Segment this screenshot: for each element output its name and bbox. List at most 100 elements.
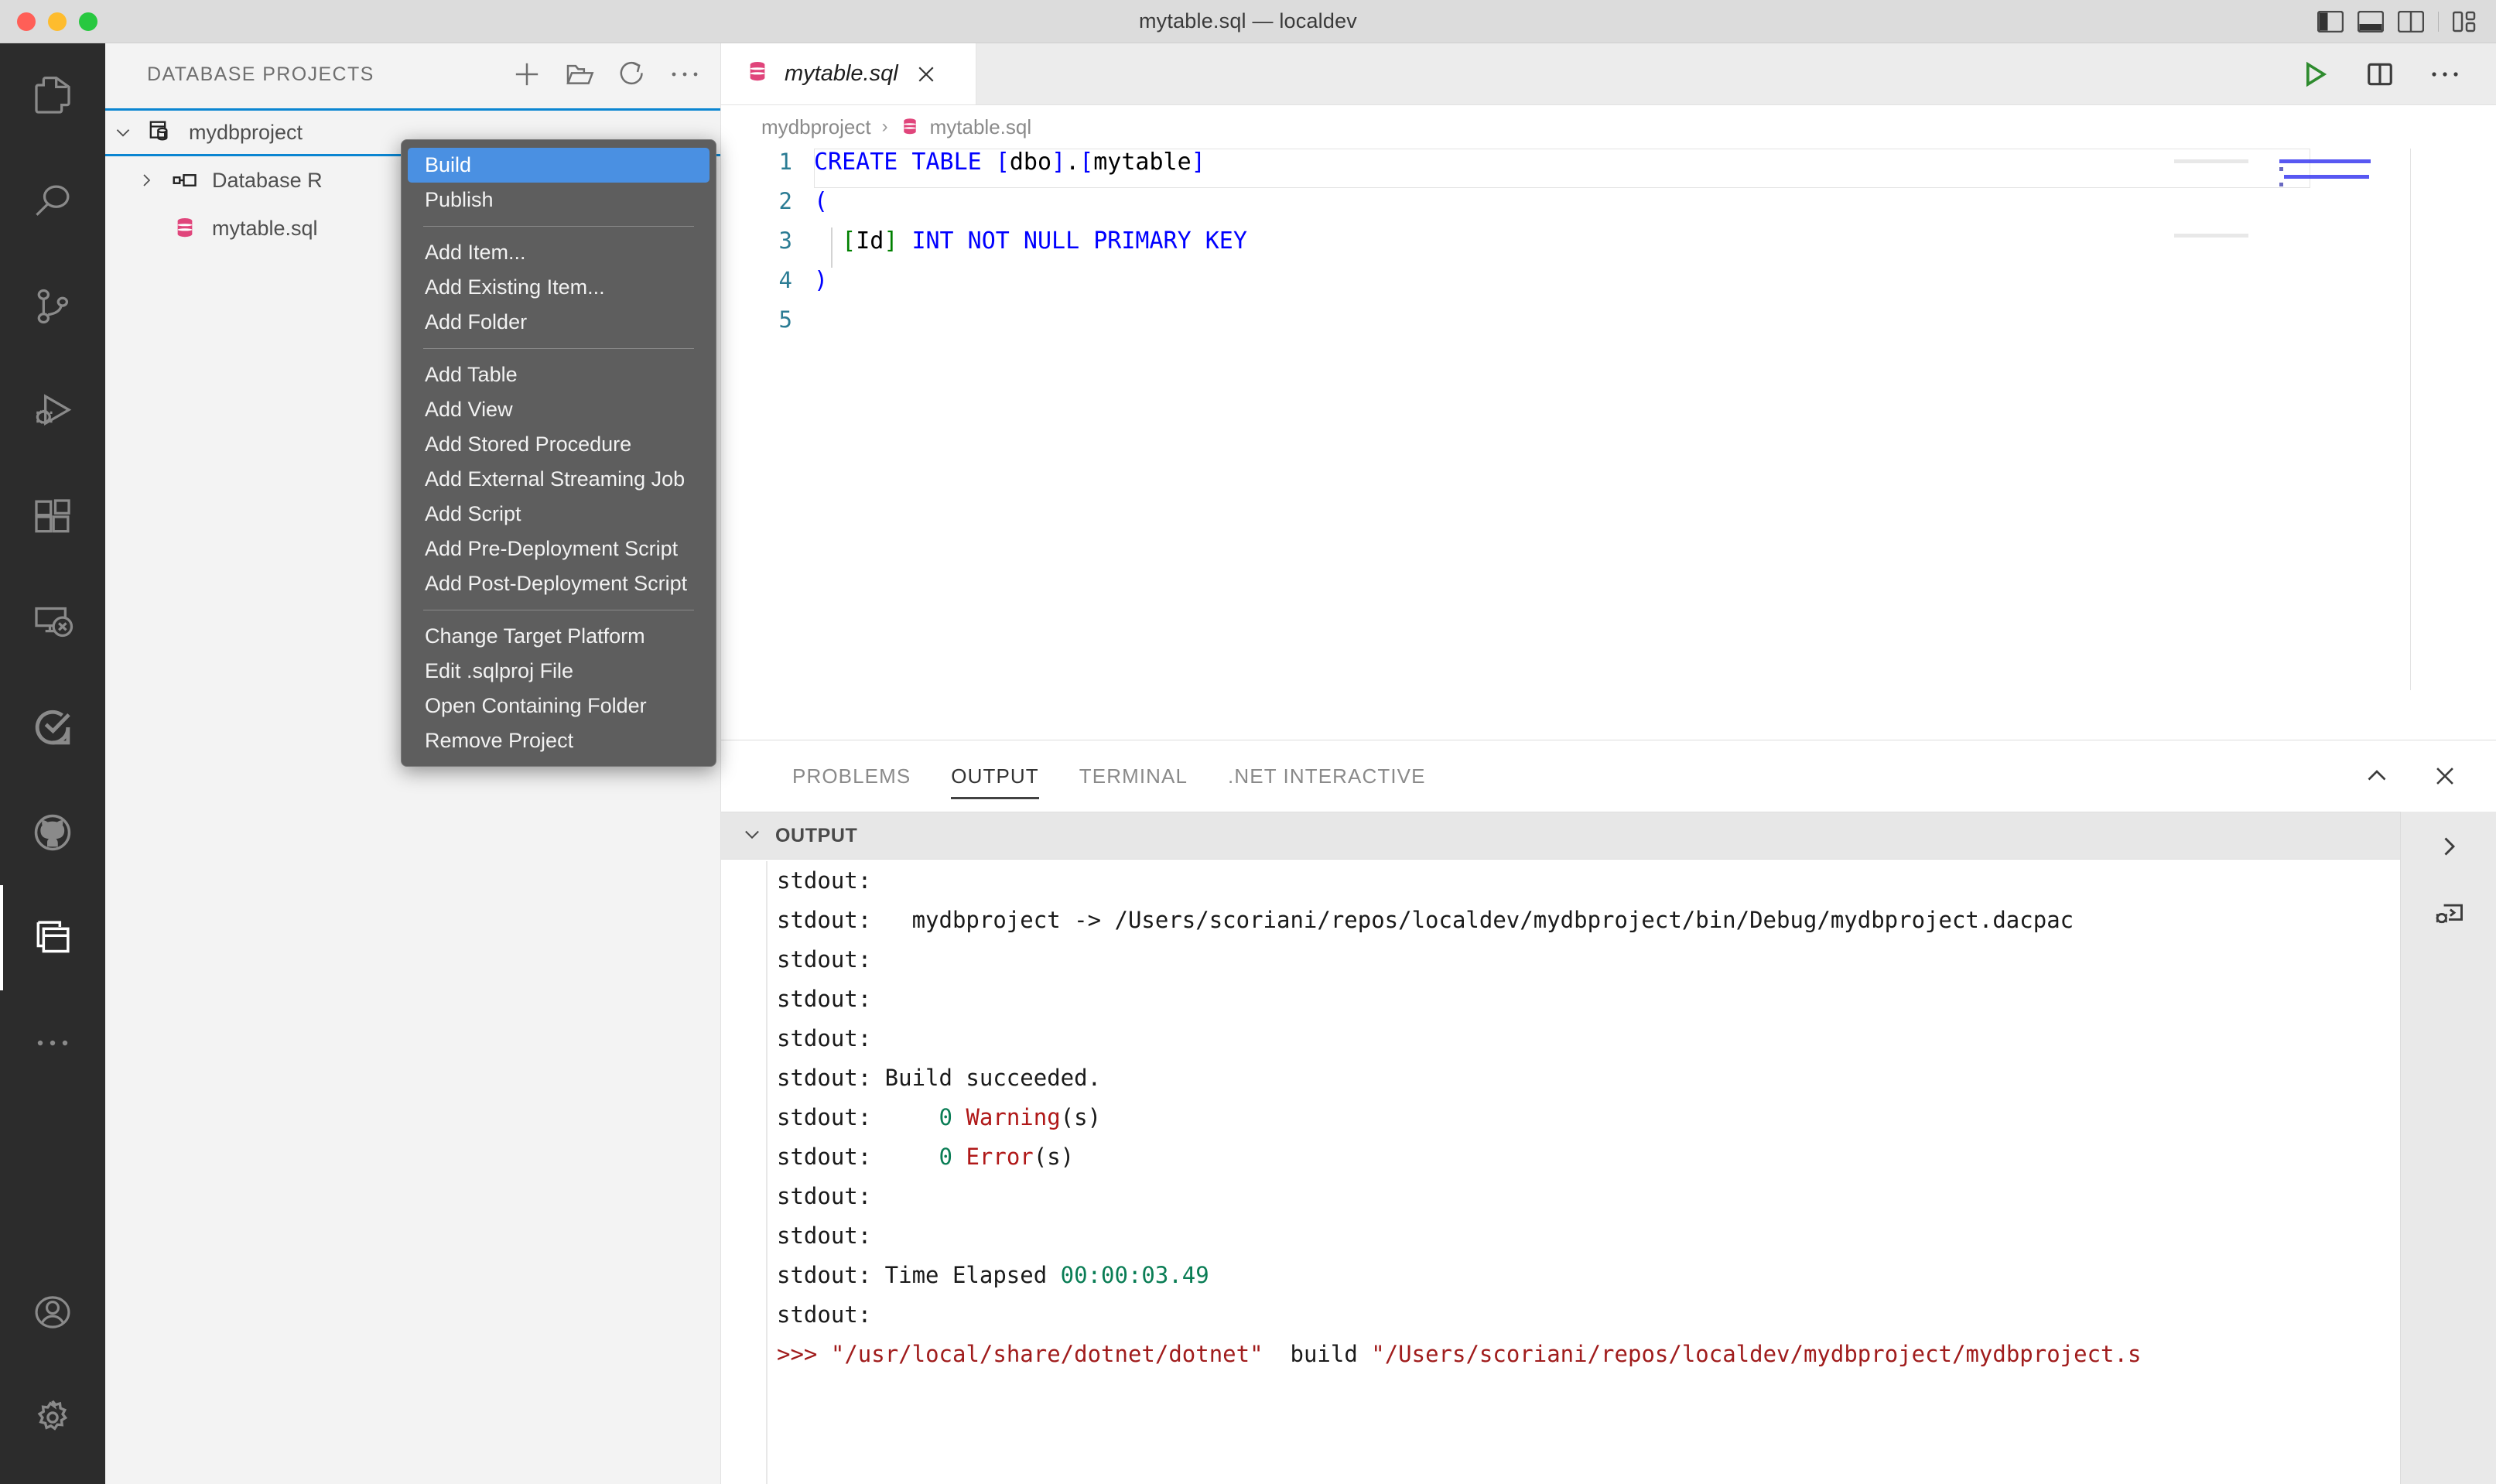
debug-console-icon[interactable] [2428,894,2470,935]
activity-item-explorer[interactable] [0,43,105,149]
output-line: stdout: [777,867,872,894]
files-icon [31,74,74,118]
activity-item-accounts[interactable] [0,1260,105,1365]
output-gutter-rule [766,861,768,1484]
minimap-line [2279,167,2283,171]
chevron-right-icon[interactable] [2428,826,2470,867]
line-number: 3 [778,227,792,254]
code-content: ( [814,188,829,215]
tab-label: mytable.sql [785,61,898,86]
breadcrumb-item-file[interactable]: mytable.sql [899,115,1032,139]
activity-item-github[interactable] [0,780,105,885]
vscode-window: mytable.sql — localdev DATABASE PROJECTS… [0,0,2496,1484]
context-menu-item-add-script[interactable]: Add Script [402,497,716,532]
output-line: stdout: [777,1183,872,1209]
breadcrumb-label: mydbproject [761,115,871,138]
line-number: 2 [778,188,792,214]
activity-item-additional-views[interactable] [0,990,105,1096]
context-menu-item-publish[interactable]: Publish [402,183,716,217]
panel-actions [2361,761,2496,792]
sidebar-header: DATABASE PROJECTS [105,43,720,105]
code-editor[interactable]: 1 CREATE TABLE [dbo].[mytable] 2 ( 3 [Id… [721,149,2496,690]
bottom-panel: PROBLEMS OUTPUT TERMINAL .NET INTERACTIV… [721,740,2496,1484]
output-line-warnings: stdout: 0 Warning(s) [777,1104,1102,1130]
chevron-down-icon[interactable] [105,122,141,142]
code-line-5: 5 [721,306,2496,346]
tab-mytable-sql[interactable]: mytable.sql [721,43,976,104]
toolbar-divider [2438,11,2439,32]
output-line: stdout: [777,1025,872,1051]
more-editor-actions-icon[interactable] [2428,57,2462,91]
activity-item-manage[interactable] [0,1365,105,1470]
search-icon [31,180,74,223]
context-menu-item-edit-sqlproj-file[interactable]: Edit .sqlproj File [402,654,716,689]
toggle-secondary-sidebar-icon[interactable] [2397,10,2425,32]
context-menu-item-add-table[interactable]: Add Table [402,357,716,392]
context-menu-item-open-containing-folder[interactable]: Open Containing Folder [402,689,716,723]
toggle-primary-sidebar-icon[interactable] [2316,10,2344,32]
close-icon[interactable] [912,60,940,88]
context-menu-item-add-item[interactable]: Add Item... [402,235,716,270]
code-line-4: 4 ) [721,267,2496,306]
chevron-right-icon[interactable] [128,171,164,190]
panel-tab-list: PROBLEMS OUTPUT TERMINAL .NET INTERACTIV… [721,740,2496,812]
activity-item-search[interactable] [0,149,105,254]
minimap-line [2279,159,2371,163]
close-icon[interactable] [2429,761,2460,792]
minimap[interactable] [2174,149,2411,690]
customize-layout-icon[interactable] [2452,11,2479,32]
minimap-line [2279,183,2283,186]
breadcrumb-label: mytable.sql [929,115,1032,138]
chevron-up-icon[interactable] [2361,761,2392,792]
window-title: mytable.sql — localdev [1138,9,1358,32]
context-menu-item-build[interactable]: Build [408,148,709,183]
activity-item-database-projects[interactable] [0,885,105,990]
context-menu-item-remove-project[interactable]: Remove Project [402,723,716,758]
output-content[interactable]: stdout: stdout: mydbproject -> /Users/sc… [721,861,2400,1484]
source-control-icon [31,285,74,328]
output-line-command: >>> "/usr/local/share/dotnet/dotnet" bui… [777,1341,2142,1367]
activity-item-extensions[interactable] [0,464,105,569]
panel-tab-dotnet-interactive[interactable]: .NET INTERACTIVE [1208,740,1446,812]
panel-tab-output[interactable]: OUTPUT [931,740,1058,812]
play-icon[interactable] [2298,57,2332,91]
extensions-icon [31,495,74,539]
toggle-panel-icon[interactable] [2357,10,2385,32]
editor-group: mytable.sql mydbproject › mytable.sql 1 … [721,43,2496,740]
context-menu-item-change-target-platform[interactable]: Change Target Platform [402,619,716,654]
split-editor-icon[interactable] [2363,57,2397,91]
panel-tab-problems[interactable]: PROBLEMS [772,740,931,812]
code-content: [Id] INT NOT NULL PRIMARY KEY [842,227,1247,255]
minimap-line [2284,175,2369,179]
chevron-down-icon[interactable] [741,823,763,849]
refresh-icon[interactable] [617,59,648,90]
code-line-1: 1 CREATE TABLE [dbo].[mytable] [721,149,2496,188]
tree-item-label: mydbproject [189,120,303,144]
output-line: stdout: [777,946,872,973]
project-context-menu: Build Publish Add Item... Add Existing I… [401,139,716,767]
activity-item-remote-explorer[interactable] [0,569,105,675]
code-line-2: 2 ( [721,188,2496,227]
output-section-header[interactable]: OUTPUT [721,812,2496,860]
folder-opened-icon[interactable] [564,59,595,90]
breadcrumb-item-project[interactable]: mydbproject [761,115,871,139]
context-menu-item-add-pre-deployment-script[interactable]: Add Pre-Deployment Script [402,532,716,566]
context-menu-item-add-view[interactable]: Add View [402,392,716,427]
database-projects-icon [31,916,74,959]
editor-tab-bar: mytable.sql [721,43,2496,105]
context-menu-item-add-folder[interactable]: Add Folder [402,305,716,340]
activity-item-source-control[interactable] [0,254,105,359]
layout-controls [2316,10,2479,32]
activity-item-run-and-debug[interactable] [0,359,105,464]
context-menu-item-add-post-deployment-script[interactable]: Add Post-Deployment Script [402,566,716,601]
activity-item-azure[interactable] [0,675,105,780]
minimap-edge [2410,149,2411,690]
panel-tab-terminal[interactable]: TERMINAL [1059,740,1208,812]
azure-check-icon [31,706,74,749]
plus-icon[interactable] [511,59,542,90]
context-menu-item-add-stored-procedure[interactable]: Add Stored Procedure [402,427,716,462]
output-line: stdout: [777,1301,872,1328]
sidebar-more-actions-icon[interactable] [669,59,700,90]
context-menu-item-add-external-streaming-job[interactable]: Add External Streaming Job [402,462,716,497]
context-menu-item-add-existing-item[interactable]: Add Existing Item... [402,270,716,305]
